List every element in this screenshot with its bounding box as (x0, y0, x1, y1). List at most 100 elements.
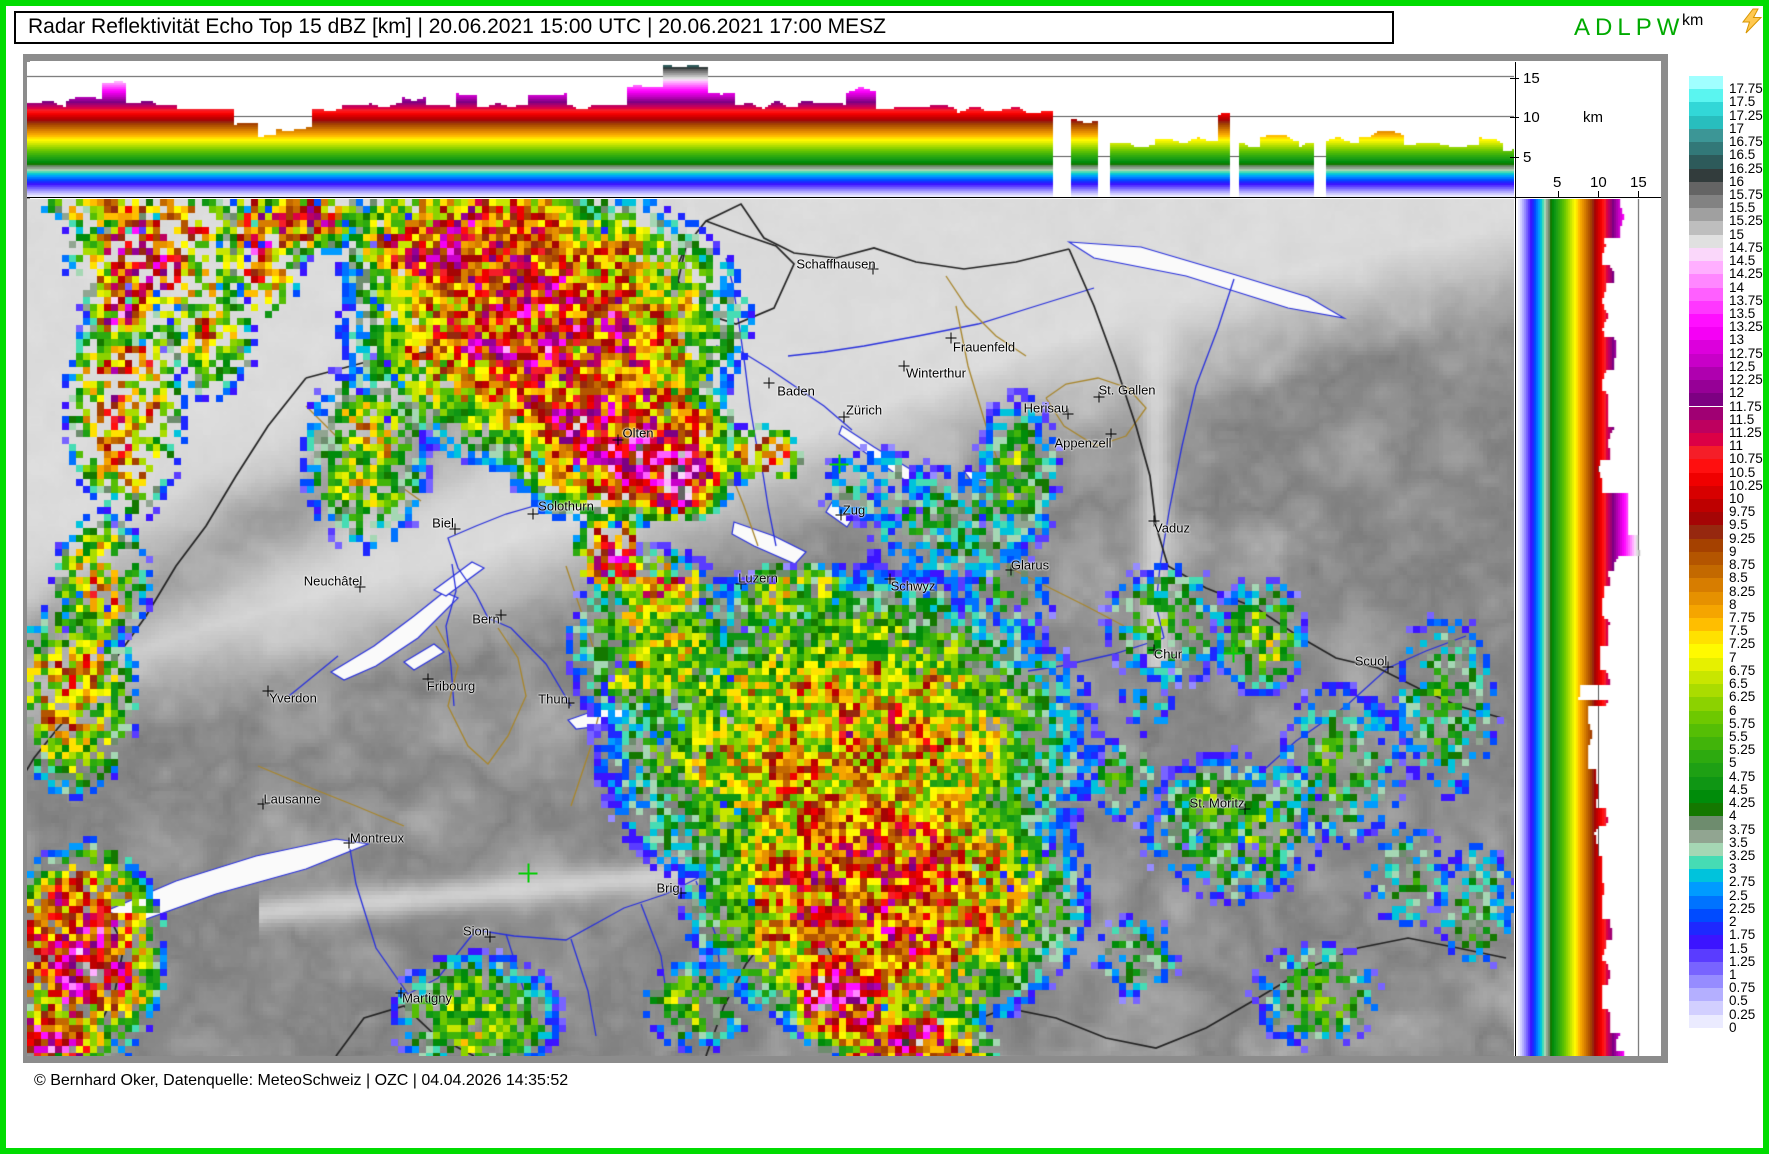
legend-swatch (1689, 76, 1723, 89)
legend-swatch (1689, 89, 1723, 102)
legend-swatch (1689, 552, 1723, 565)
legend-swatch (1689, 830, 1723, 843)
y-axis-tick-5 (1510, 157, 1519, 158)
legend-swatch (1689, 314, 1723, 327)
legend-value-label: 0 (1729, 1020, 1737, 1035)
legend-swatch (1689, 459, 1723, 472)
city-label-lausanne: Lausanne (263, 792, 320, 807)
legend-swatch (1689, 896, 1723, 909)
city-marker-solothurn (528, 509, 539, 520)
legend-swatch (1689, 882, 1723, 895)
legend-swatch (1689, 433, 1723, 446)
page-title: Radar Reflektivität Echo Top 15 dBZ [km]… (28, 15, 886, 38)
legend-swatch (1689, 605, 1723, 618)
radar-site-cross-icon (1224, 644, 1243, 663)
legend-swatch (1689, 539, 1723, 552)
legend-swatch (1689, 116, 1723, 129)
legend-swatch (1689, 182, 1723, 195)
legend-swatch (1689, 988, 1723, 1001)
city-label-frauenfeld: Frauenfeld (953, 340, 1015, 355)
legend-swatch (1689, 935, 1723, 948)
legend-swatch (1689, 169, 1723, 182)
legend-swatch (1689, 816, 1723, 829)
city-label-yverdon: Yverdon (269, 691, 317, 706)
panel-divider-horizontal (27, 197, 1661, 198)
top-echo-profile-canvas (27, 62, 1514, 197)
legend-swatch (1689, 407, 1723, 420)
legend-unit-label: km (1682, 12, 1703, 30)
legend-swatch (1689, 644, 1723, 657)
legend-swatch (1689, 195, 1723, 208)
y-axis-label-5: 5 (1523, 149, 1531, 166)
radar-site-cross-icon (519, 864, 538, 883)
legend-swatch (1689, 711, 1723, 724)
city-label-vaduz: Vaduz (1154, 521, 1190, 536)
legend-swatch (1689, 658, 1723, 671)
brand-label: ADLPW (1574, 14, 1684, 42)
y-axis-tick-15 (1510, 78, 1519, 79)
y-axis-label-15: 15 (1523, 70, 1540, 87)
city-label-bern: Bern (472, 612, 499, 627)
legend-swatch (1689, 248, 1723, 261)
legend-swatch (1689, 909, 1723, 922)
legend-swatch (1689, 473, 1723, 486)
legend-swatch (1689, 380, 1723, 393)
legend-swatch (1689, 301, 1723, 314)
legend-swatch (1689, 340, 1723, 353)
title-bar: Radar Reflektivität Echo Top 15 dBZ [km]… (14, 11, 1394, 44)
x-axis-label-15: 15 (1630, 174, 1647, 191)
legend-swatch (1689, 1001, 1723, 1014)
city-label-scuol: Scuol (1355, 654, 1388, 669)
y-axis-label-10: 10 (1523, 109, 1540, 126)
right-echo-profile-canvas (1518, 199, 1661, 1056)
x-axis-tick-5 (1558, 191, 1559, 198)
city-label-montreux: Montreux (350, 831, 404, 846)
legend-swatch (1689, 261, 1723, 274)
city-label-stgallen: St. Gallen (1098, 383, 1155, 398)
legend-swatch (1689, 750, 1723, 763)
lightning-bolt-icon (1740, 8, 1764, 34)
radar-site-cross-icon (830, 455, 849, 474)
legend-swatch (1689, 565, 1723, 578)
legend-swatch (1689, 803, 1723, 816)
legend-swatch (1689, 1015, 1723, 1028)
legend-swatch (1689, 578, 1723, 591)
legend-swatch (1689, 274, 1723, 287)
legend-swatch (1689, 763, 1723, 776)
footer-credit: © Bernhard Oker, Datenquelle: MeteoSchwe… (34, 1072, 568, 1090)
y-axis-tick-10 (1510, 117, 1519, 118)
legend-swatch (1689, 671, 1723, 684)
legend-swatch (1689, 446, 1723, 459)
city-marker-baden (764, 378, 775, 389)
x-axis-tick-10 (1598, 191, 1599, 198)
legend-swatch (1689, 512, 1723, 525)
legend-swatch (1689, 724, 1723, 737)
legend-swatch (1689, 777, 1723, 790)
city-label-fribourg: Fribourg (427, 679, 475, 694)
city-label-thun: Thun (538, 692, 568, 707)
city-label-baden: Baden (777, 384, 815, 399)
city-label-appenzell: Appenzell (1054, 436, 1111, 451)
legend-swatch (1689, 922, 1723, 935)
legend-colorbar: 17.7517.517.251716.7516.516.251615.7515.… (1689, 76, 1769, 1034)
city-label-winterthur: Winterthur (906, 366, 966, 381)
legend-swatch (1689, 208, 1723, 221)
corner-axis-unit: km (1583, 109, 1603, 126)
legend-swatch (1689, 684, 1723, 697)
legend-swatch (1689, 221, 1723, 234)
city-label-schwyz: Schwyz (891, 579, 936, 594)
legend-swatch (1689, 354, 1723, 367)
x-axis-tick-15 (1638, 191, 1639, 198)
legend-swatch (1689, 790, 1723, 803)
city-label-biel: Biel (432, 516, 454, 531)
legend-swatch (1689, 155, 1723, 168)
city-label-schaffhausen: Schaffhausen (796, 257, 875, 272)
city-label-sion: Sion (463, 924, 489, 939)
radar-map-canvas (27, 199, 1514, 1056)
radar-product-window: Radar Reflektivität Echo Top 15 dBZ [km]… (0, 0, 1769, 1154)
legend-swatch (1689, 631, 1723, 644)
legend-swatch (1689, 962, 1723, 975)
city-label-martigny: Martigny (402, 991, 452, 1006)
panel-divider-vertical (1515, 62, 1516, 1056)
x-axis-label-10: 10 (1590, 174, 1607, 191)
